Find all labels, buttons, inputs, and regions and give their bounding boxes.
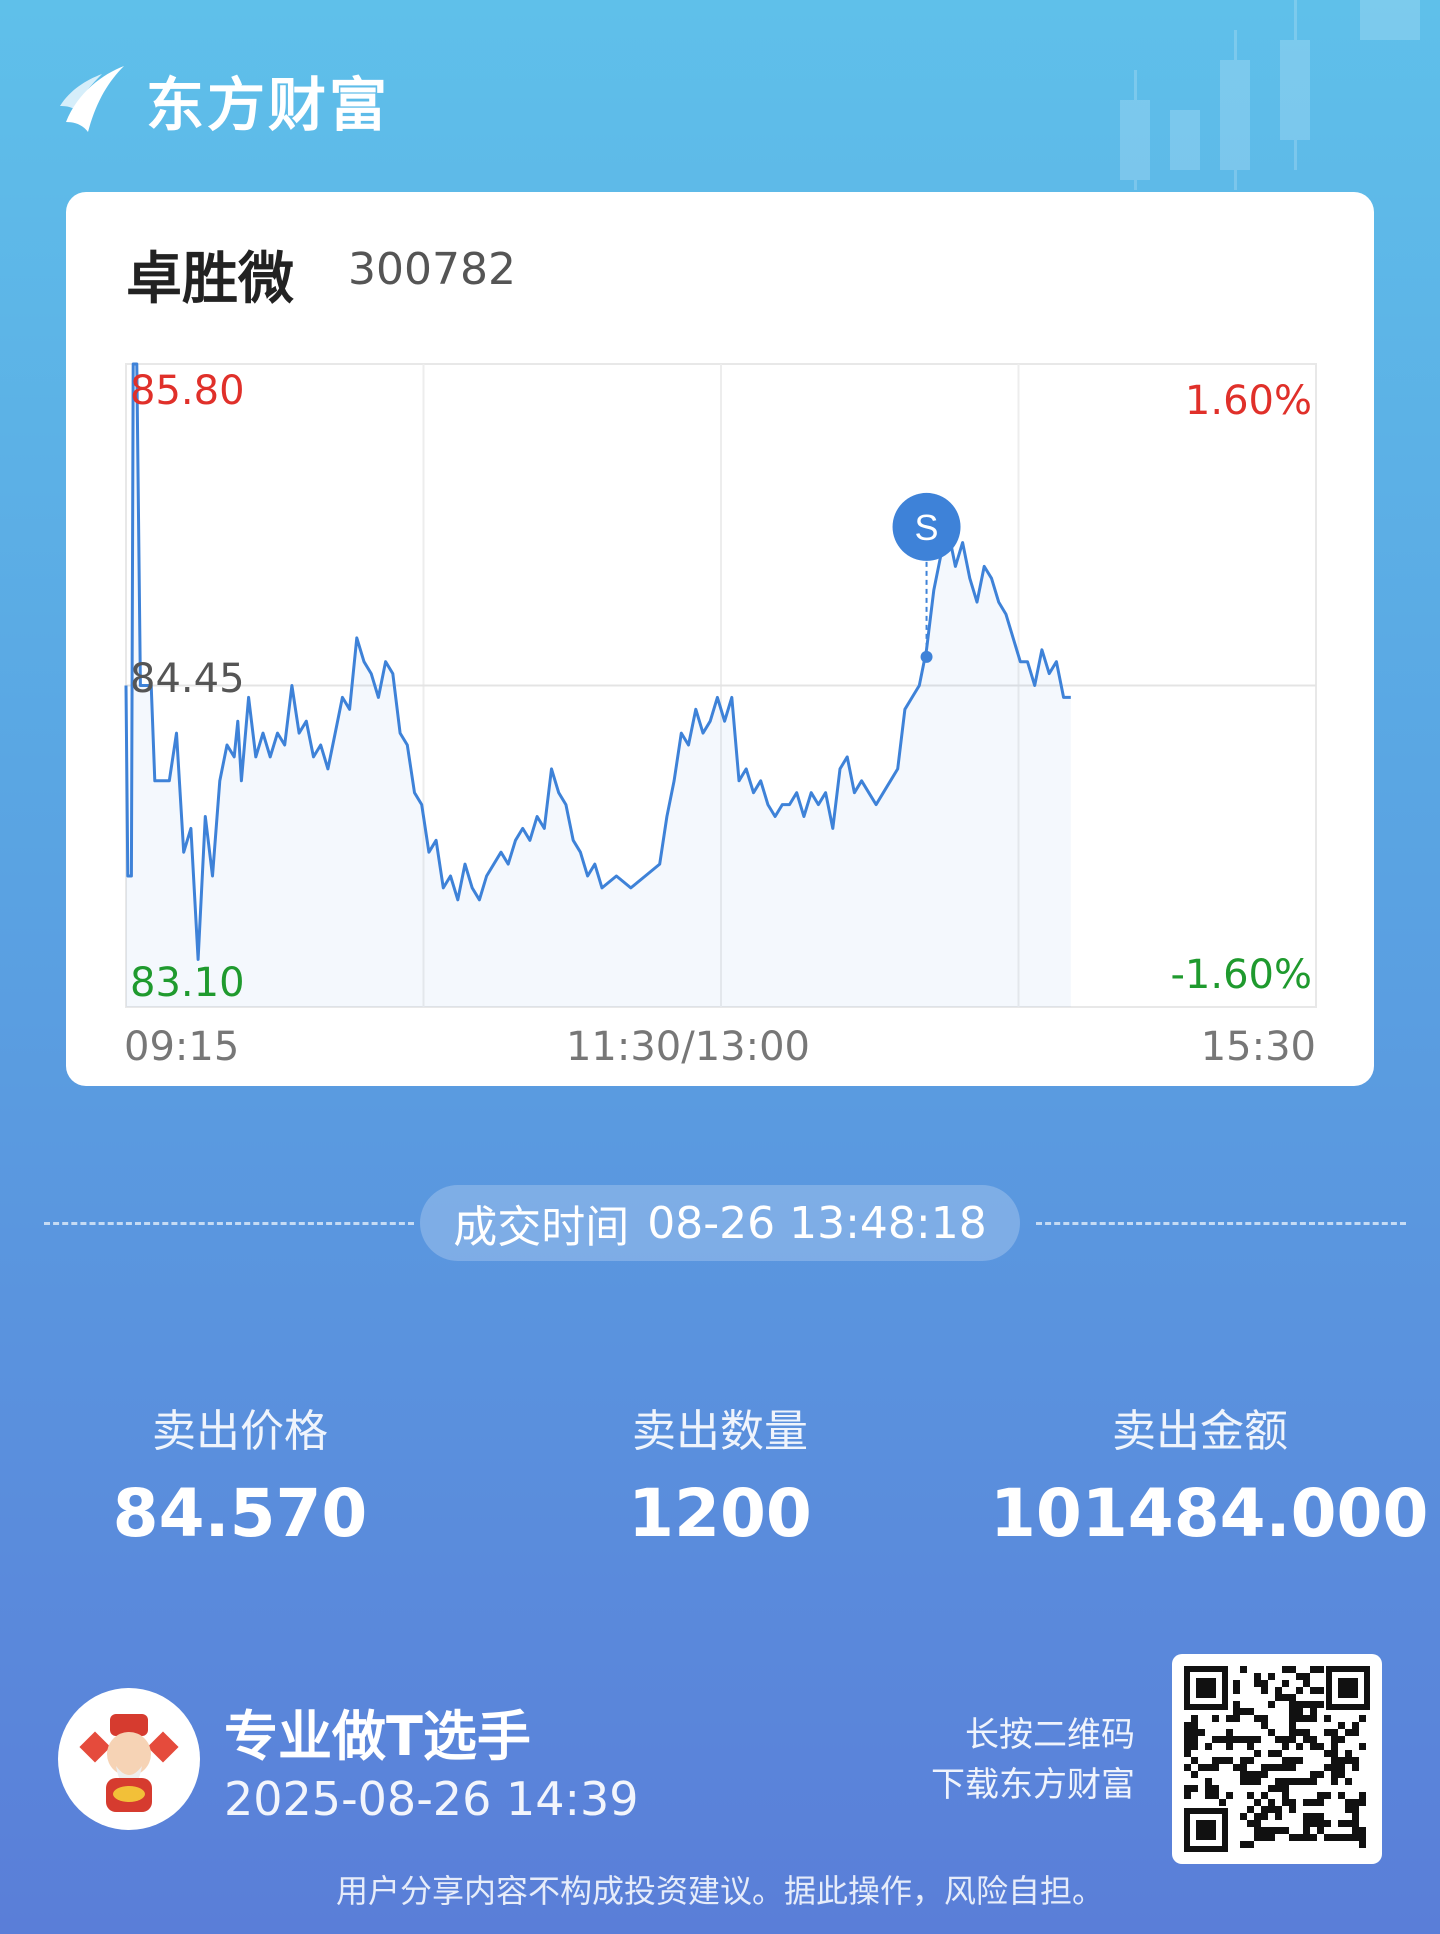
qr-code-icon <box>1184 1666 1370 1852</box>
user-name: 专业做T选手 <box>224 1705 531 1768</box>
brand-logo: 东方财富 <box>58 58 390 142</box>
share-timestamp: 2025-08-26 14:39 <box>224 1772 639 1826</box>
y-pct-tick-high: 1.60% <box>1185 378 1312 424</box>
trade-marker-point <box>920 650 933 663</box>
sell-quantity-value: 1200 <box>628 1475 812 1552</box>
y-tick-ref: 84.45 <box>130 656 245 702</box>
qr-hint: 长按二维码 下载东方财富 <box>931 1710 1135 1810</box>
trade-time-label: 成交时间 <box>453 1202 630 1253</box>
x-tick-start: 09:15 <box>124 1024 239 1070</box>
sell-quantity-stat: 卖出数量 1200 <box>510 1395 930 1552</box>
dashed-divider-left <box>44 1222 414 1225</box>
download-qr-code[interactable] <box>1172 1654 1382 1864</box>
sell-price-label: 卖出价格 <box>152 1406 328 1457</box>
trade-time-row: 成交时间 08-26 13:48:18 <box>0 1185 1440 1261</box>
x-tick-end: 15:30 <box>1201 1024 1316 1070</box>
y-tick-low: 83.10 <box>130 960 245 1006</box>
stock-chart-card: 卓胜微 300782 S 85.80 84.45 83.10 1.60% -1.60% 09… <box>66 192 1374 1086</box>
y-tick-high: 85.80 <box>130 368 245 414</box>
qr-hint-line2: 下载东方财富 <box>931 1765 1135 1805</box>
sell-quantity-label: 卖出数量 <box>632 1406 808 1457</box>
avatar[interactable] <box>58 1688 200 1830</box>
sell-amount-stat: 卖出金额 101484.000 <box>990 1395 1429 1552</box>
x-tick-mid: 11:30/13:00 <box>566 1024 810 1070</box>
sell-amount-value: 101484.000 <box>990 1475 1429 1552</box>
trade-time-pill: 成交时间 08-26 13:48:18 <box>420 1185 1020 1261</box>
sell-amount-label: 卖出金额 <box>1112 1406 1288 1457</box>
trade-stats: 卖出价格 84.570 卖出数量 1200 卖出金额 101484.000 <box>0 1395 1440 1555</box>
brand-name: 东方财富 <box>146 71 391 139</box>
disclaimer: 用户分享内容不构成投资建议。据此操作，风险自担。 <box>335 1872 1104 1910</box>
sell-price-value: 84.570 <box>112 1475 368 1552</box>
trade-marker-label: S <box>915 507 939 548</box>
trade-time-value: 08-26 13:48:18 <box>647 1197 987 1249</box>
avatar-caishen-icon <box>79 1714 179 1812</box>
qr-hint-line1: 长按二维码 <box>965 1715 1135 1755</box>
sell-price-stat: 卖出价格 84.570 <box>30 1395 450 1552</box>
intraday-price-chart: S 85.80 84.45 83.10 1.60% -1.60% 09:15 11:30/13… <box>124 362 1317 1070</box>
y-pct-tick-low: -1.60% <box>1170 952 1312 998</box>
background-candlestick-decoration <box>1120 0 1420 190</box>
dashed-divider-right <box>1036 1222 1406 1225</box>
brand-logo-icon <box>60 66 124 132</box>
